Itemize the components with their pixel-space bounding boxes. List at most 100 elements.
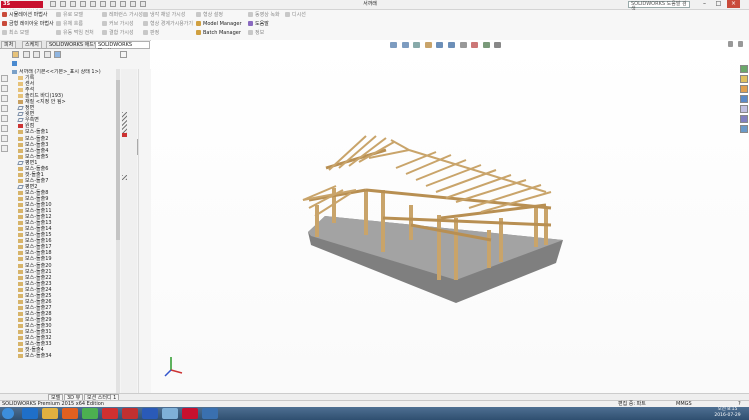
- ribbon-button-model-manager[interactable]: Model Manager: [196, 21, 242, 28]
- explorer-icon[interactable]: [42, 408, 58, 419]
- folder-icon: [18, 76, 23, 81]
- edit-appearance-icon[interactable]: [471, 42, 479, 48]
- apply-scene-icon[interactable]: [482, 42, 490, 48]
- plastics-pane-icon[interactable]: [740, 125, 748, 133]
- system-clock[interactable]: 오전 8:15 2016-07-29: [706, 407, 749, 420]
- feature-icon: [18, 239, 23, 244]
- chrome-icon[interactable]: [82, 408, 98, 419]
- zoom-to-fit-icon[interactable]: [390, 42, 397, 48]
- hide-show-items-icon[interactable]: [459, 42, 467, 48]
- tab-plastics[interactable]: SOLIDWORKS Plastics: [95, 41, 150, 54]
- ribbon-button-reference-visibility[interactable]: 레퍼런스 가시성: [102, 12, 143, 19]
- display-manager-icon[interactable]: [54, 51, 62, 58]
- feature-icon: [18, 263, 23, 268]
- view-settings-icon[interactable]: [494, 42, 502, 48]
- view-orientation-icon[interactable]: [436, 42, 444, 48]
- scrollbar-thumb[interactable]: [116, 80, 120, 240]
- graphics-area[interactable]: [151, 40, 749, 393]
- autocad-icon[interactable]: [122, 408, 138, 419]
- minimize-button[interactable]: –: [698, 0, 711, 8]
- close-button[interactable]: ×: [727, 0, 740, 8]
- save-icon[interactable]: [80, 1, 86, 7]
- ribbon-button-mate-visibility[interactable]: 결합 가시성: [102, 30, 134, 37]
- help-search-input[interactable]: SOLIDWORKS 도움말 검색: [628, 1, 690, 12]
- display-style-icon[interactable]: [447, 42, 455, 48]
- ribbon-button-flow[interactable]: 유체 흐름: [56, 21, 83, 28]
- feature-icon: [18, 215, 23, 220]
- ribbon-button-mold-wizard[interactable]: 금형 레이아웃 마법사: [2, 21, 54, 28]
- appearances-icon[interactable]: [740, 105, 748, 113]
- select-icon[interactable]: [110, 1, 116, 7]
- ribbon-button-runner-model[interactable]: 유로 모델: [56, 12, 83, 19]
- normal-to-icon[interactable]: [1, 145, 8, 152]
- configuration-manager-icon[interactable]: [33, 51, 41, 58]
- suppress-icon[interactable]: [1, 115, 8, 122]
- rebuild-icon[interactable]: [120, 1, 126, 7]
- folder-icon: [18, 88, 23, 93]
- solidworks-logo[interactable]: 3S SOLIDWORKS: [1, 1, 43, 14]
- previous-view-icon[interactable]: [413, 42, 421, 48]
- appearance-icon[interactable]: [1, 125, 8, 132]
- origin-icon: [18, 124, 23, 129]
- maximize-button[interactable]: □: [712, 0, 725, 8]
- solidworks-resources-icon[interactable]: [740, 65, 748, 73]
- ribbon-button-label: 최소 모델: [9, 30, 29, 36]
- section-view-icon[interactable]: [424, 42, 432, 48]
- plastics-icon[interactable]: [202, 408, 218, 419]
- rollback-icon[interactable]: [1, 105, 8, 112]
- ribbon-button-batch-manager[interactable]: Batch Manager: [196, 30, 241, 37]
- ribbon-button-geometry-boundary[interactable]: 형상 경계가시용가기: [143, 21, 193, 28]
- ribbon-button-minimum-model[interactable]: 최소 모델: [2, 30, 29, 37]
- undo-icon[interactable]: [100, 1, 106, 7]
- word-icon[interactable]: [142, 408, 158, 419]
- new-file-icon[interactable]: [60, 1, 66, 7]
- feature-icon: [18, 148, 23, 153]
- ribbon-button-record[interactable]: 동영상 녹화: [248, 12, 280, 19]
- open-file-icon[interactable]: [70, 1, 76, 7]
- acrobat-icon[interactable]: [102, 408, 118, 419]
- feature-icon: [18, 197, 23, 201]
- options-icon[interactable]: [130, 1, 136, 7]
- sketch-icon[interactable]: [1, 95, 8, 102]
- model-viewport[interactable]: [151, 40, 749, 393]
- tree-filter[interactable]: [12, 61, 118, 67]
- hide-show-icon[interactable]: [1, 75, 8, 82]
- zoom-icon[interactable]: [1, 135, 8, 142]
- ribbon-button-shape-settings[interactable]: 형상 설정: [196, 12, 223, 19]
- design-library-icon[interactable]: [740, 75, 748, 83]
- ribbon-button-help[interactable]: 도움말: [248, 21, 269, 28]
- home-icon[interactable]: [50, 1, 56, 7]
- solidworks-icon[interactable]: [182, 408, 198, 419]
- ribbon-button-judgement[interactable]: 판정: [143, 30, 159, 37]
- paint-icon[interactable]: [162, 408, 178, 419]
- file-explorer-icon[interactable]: [740, 85, 748, 93]
- zoom-to-area-icon[interactable]: [401, 42, 409, 48]
- view-palette-icon[interactable]: [740, 95, 748, 103]
- restore-viewport-icon[interactable]: [728, 41, 733, 47]
- close-viewport-icon[interactable]: [737, 41, 743, 47]
- custom-properties-icon[interactable]: [740, 115, 748, 123]
- tree-item[interactable]: 보스-돌출34: [12, 353, 116, 359]
- dimxpert-icon[interactable]: [43, 51, 51, 58]
- tree-right-column: [138, 69, 151, 393]
- ribbon-button-feed[interactable]: 유동 먹임 전처: [56, 30, 94, 37]
- ribbon-button-lines[interactable]: 디시선: [285, 12, 306, 19]
- feature-tree-icon[interactable]: [12, 51, 19, 58]
- start-orb[interactable]: [2, 408, 14, 419]
- ie-icon[interactable]: [22, 408, 38, 419]
- media-icon[interactable]: [62, 408, 78, 419]
- feature-icon: [18, 299, 23, 304]
- pin-icon[interactable]: [140, 1, 146, 7]
- ribbon-button-cooling-channel[interactable]: 냉각 채널 가시성: [143, 12, 185, 19]
- collapse-arrow-icon[interactable]: [120, 51, 127, 58]
- ribbon-button-info[interactable]: 정보: [248, 30, 264, 37]
- tab-addins[interactable]: SOLIDWORKS 애드인: [46, 41, 102, 49]
- edit-icon[interactable]: [1, 85, 8, 92]
- ribbon-button-curve-visibility[interactable]: 커브 가시성: [102, 21, 134, 28]
- property-manager-icon[interactable]: [22, 51, 30, 58]
- feature-icon: [18, 354, 23, 359]
- ribbon-button-wizard[interactable]: 시뮬레이션 마법사: [2, 12, 47, 19]
- tab-sketch[interactable]: 스케치: [22, 41, 42, 49]
- tab-features[interactable]: 피처: [1, 41, 17, 49]
- print-icon[interactable]: [90, 1, 96, 7]
